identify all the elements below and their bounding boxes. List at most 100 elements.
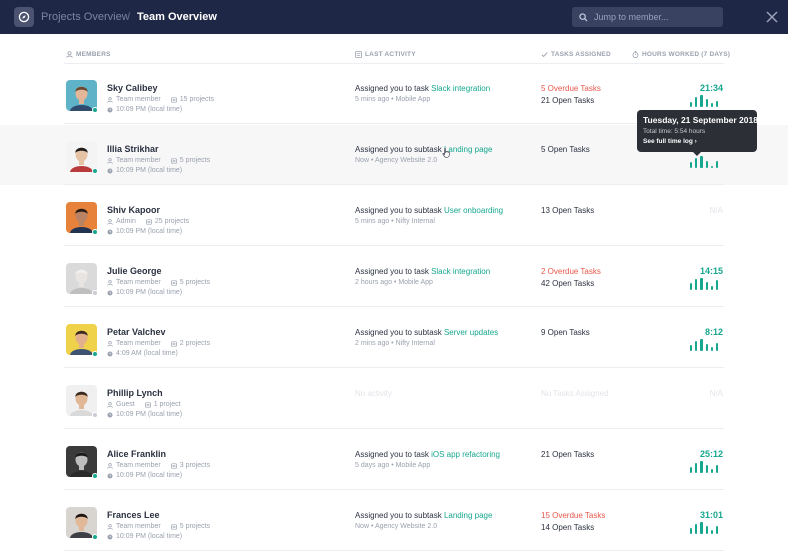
member-name[interactable]: Sky Calibey	[107, 83, 158, 93]
breadcrumb-projects-overview[interactable]: Projects Overview	[41, 11, 130, 23]
member-row[interactable]: Phillip Lynch Guest 1 project 10:09 PM (loc…	[0, 369, 788, 429]
activity-task-link[interactable]: Slack integration	[431, 84, 490, 93]
member-name[interactable]: Petar Valchev	[107, 327, 166, 337]
top-bar: Projects Overview / Team Overview	[0, 0, 788, 34]
activity-task-link[interactable]: Landing page	[444, 145, 493, 154]
sparkline-bar	[710, 530, 713, 534]
member-search[interactable]	[572, 7, 723, 27]
compass-icon	[18, 11, 30, 23]
member-role: Team member	[116, 340, 161, 347]
activity-task-link[interactable]: Slack integration	[431, 267, 490, 276]
sparkline-bar	[710, 103, 713, 107]
avatar[interactable]	[66, 446, 97, 477]
user-icon	[66, 51, 73, 58]
column-header-hours[interactable]: HOURS WORKED (7 DAYS)	[632, 51, 730, 58]
hours-na: N/A	[709, 389, 723, 398]
open-tasks[interactable]: 42 Open Tasks	[541, 279, 594, 288]
page-title: Team Overview	[137, 11, 217, 23]
avatar[interactable]	[66, 385, 97, 416]
member-name[interactable]: Phillip Lynch	[107, 388, 163, 398]
hours-sparkline[interactable]	[690, 156, 724, 168]
hours-sparkline[interactable]	[690, 339, 724, 351]
avatar[interactable]	[66, 324, 97, 355]
member-row[interactable]: Julie George Team member 5 projects 10:09 P…	[0, 247, 788, 307]
member-name[interactable]: Shiv Kapoor	[107, 205, 160, 215]
hours-worked[interactable]: 31:01	[700, 510, 723, 520]
status-dot	[92, 168, 98, 174]
activity-task-link[interactable]: Landing page	[444, 511, 493, 520]
avatar-photo	[66, 141, 97, 172]
hours-sparkline[interactable]	[690, 95, 724, 107]
column-header-tasks-label: TASKS ASSIGNED	[551, 51, 611, 58]
member-row[interactable]: Shiv Kapoor Admin 25 projects 10:09 PM (loc…	[0, 186, 788, 246]
avatar[interactable]	[66, 507, 97, 538]
open-tasks[interactable]: 21 Open Tasks	[541, 450, 594, 459]
sparkline-bar	[715, 280, 719, 290]
sparkline-bar	[695, 158, 698, 168]
compass-logo-icon[interactable]	[14, 7, 34, 27]
activity-prefix: Assigned you to task	[355, 450, 429, 459]
open-tasks[interactable]: 21 Open Tasks	[541, 96, 594, 105]
column-header-tasks[interactable]: TASKS ASSIGNED	[541, 51, 611, 58]
hours-worked[interactable]: 8:12	[705, 327, 723, 337]
hours-sparkline[interactable]	[690, 278, 724, 290]
status-dot	[92, 351, 98, 357]
member-role-projects: Guest 1 project	[107, 401, 181, 408]
member-role-projects: Team member 15 projects	[107, 96, 214, 103]
member-role-projects: Team member 5 projects	[107, 157, 210, 164]
avatar[interactable]	[66, 141, 97, 172]
open-tasks[interactable]: 14 Open Tasks	[541, 523, 594, 532]
activity-meta: 2 hours ago • Mobile App	[355, 279, 433, 286]
hours-na: N/A	[709, 206, 723, 215]
open-tasks[interactable]: 5 Open Tasks	[541, 145, 590, 154]
sparkline-bar	[705, 465, 708, 473]
stopwatch-icon	[632, 51, 639, 58]
activity-meta: Now • Agency Website 2.0	[355, 523, 438, 530]
clock-icon	[107, 229, 113, 234]
avatar-photo	[66, 446, 97, 477]
overdue-tasks[interactable]: 2 Overdue Tasks	[541, 267, 601, 276]
open-tasks[interactable]: 13 Open Tasks	[541, 206, 594, 215]
member-name[interactable]: Frances Lee	[107, 510, 160, 520]
member-time: 4:09 AM (local time)	[116, 350, 178, 357]
member-row[interactable]: Petar Valchev Team member 2 projects 4:09 A…	[0, 308, 788, 368]
member-name[interactable]: Alice Franklin	[107, 449, 166, 459]
activity-task-link[interactable]: iOS app refactoring	[431, 450, 500, 459]
user-icon	[107, 523, 113, 530]
member-projects: 5 projects	[179, 523, 211, 530]
close-icon[interactable]	[766, 11, 778, 23]
activity-task-link[interactable]: User onboarding	[444, 206, 503, 215]
hours-sparkline[interactable]	[690, 461, 724, 473]
tooltip-full-log-link[interactable]: See full time log ›	[643, 138, 751, 145]
overdue-tasks[interactable]: 5 Overdue Tasks	[541, 84, 601, 93]
member-row[interactable]: Alice Franklin Team member 3 projects 10:09…	[0, 430, 788, 490]
avatar[interactable]	[66, 263, 97, 294]
overdue-tasks[interactable]: 15 Overdue Tasks	[541, 511, 605, 520]
user-icon	[107, 218, 113, 225]
member-row[interactable]: Frances Lee Team member 5 projects 10:09 PM…	[0, 491, 788, 551]
user-icon	[107, 96, 113, 103]
avatar[interactable]	[66, 202, 97, 233]
member-local-time: 10:09 PM (local time)	[107, 289, 182, 296]
member-time: 10:09 PM (local time)	[116, 472, 183, 479]
search-input[interactable]	[594, 12, 719, 22]
hours-worked[interactable]: 25:12	[700, 449, 723, 459]
hours-sparkline[interactable]	[690, 522, 724, 534]
sparkline-bar	[695, 463, 698, 473]
open-tasks[interactable]: 9 Open Tasks	[541, 328, 590, 337]
avatar[interactable]	[66, 80, 97, 111]
member-name[interactable]: Julie George	[107, 266, 162, 276]
member-local-time: 10:09 PM (local time)	[107, 106, 182, 113]
clock-icon	[107, 473, 113, 478]
activity-task-link[interactable]: Server updates	[444, 328, 498, 337]
list-icon	[355, 51, 362, 58]
last-activity: Assigned you to subtask Server updates	[355, 328, 498, 337]
hours-worked[interactable]: 14:15	[700, 266, 723, 276]
sparkline-bar	[700, 522, 703, 534]
column-header-members[interactable]: MEMBERS	[66, 51, 111, 58]
member-name[interactable]: Illia Strikhar	[107, 144, 159, 154]
status-dot	[92, 107, 98, 113]
column-header-activity[interactable]: LAST ACTIVITY	[355, 51, 416, 58]
last-activity: Assigned you to task Slack integration	[355, 84, 490, 93]
hours-worked[interactable]: 21:34	[700, 83, 723, 93]
